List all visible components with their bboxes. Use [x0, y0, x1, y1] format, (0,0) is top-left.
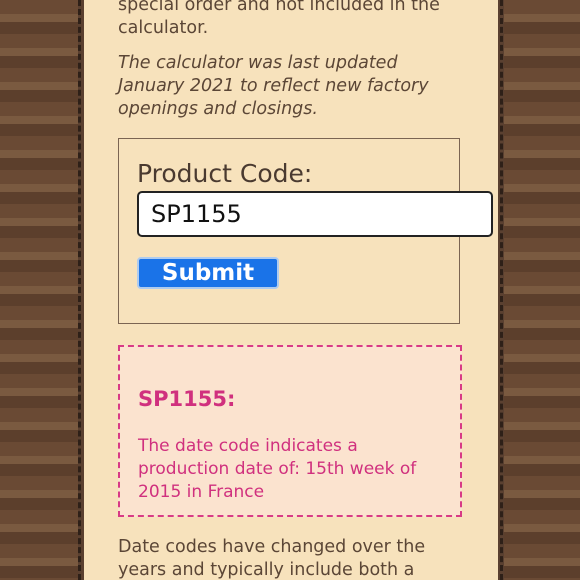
product-code-form: Product Code: Submit: [118, 138, 493, 324]
product-code-label: Product Code:: [137, 159, 313, 188]
product-code-input[interactable]: [137, 191, 493, 237]
intro-text: special order and not included in the ca…: [118, 0, 440, 38]
decorative-border-right: [504, 0, 580, 580]
update-note: The calculator was last updated January …: [118, 53, 429, 119]
decorative-border-left: [0, 0, 78, 580]
submit-button[interactable]: Submit: [137, 257, 279, 289]
content-panel: special order and not included in the ca…: [84, 0, 498, 580]
result-box: SP1155: The date code indicates a produc…: [118, 345, 462, 517]
result-code: SP1155:: [138, 387, 236, 411]
stitch-line-left: [78, 0, 81, 580]
stitch-line-right: [500, 0, 503, 580]
result-message: The date code indicates a production dat…: [138, 436, 417, 502]
date-code-info-text: Date codes have changed over the years a…: [118, 537, 426, 580]
